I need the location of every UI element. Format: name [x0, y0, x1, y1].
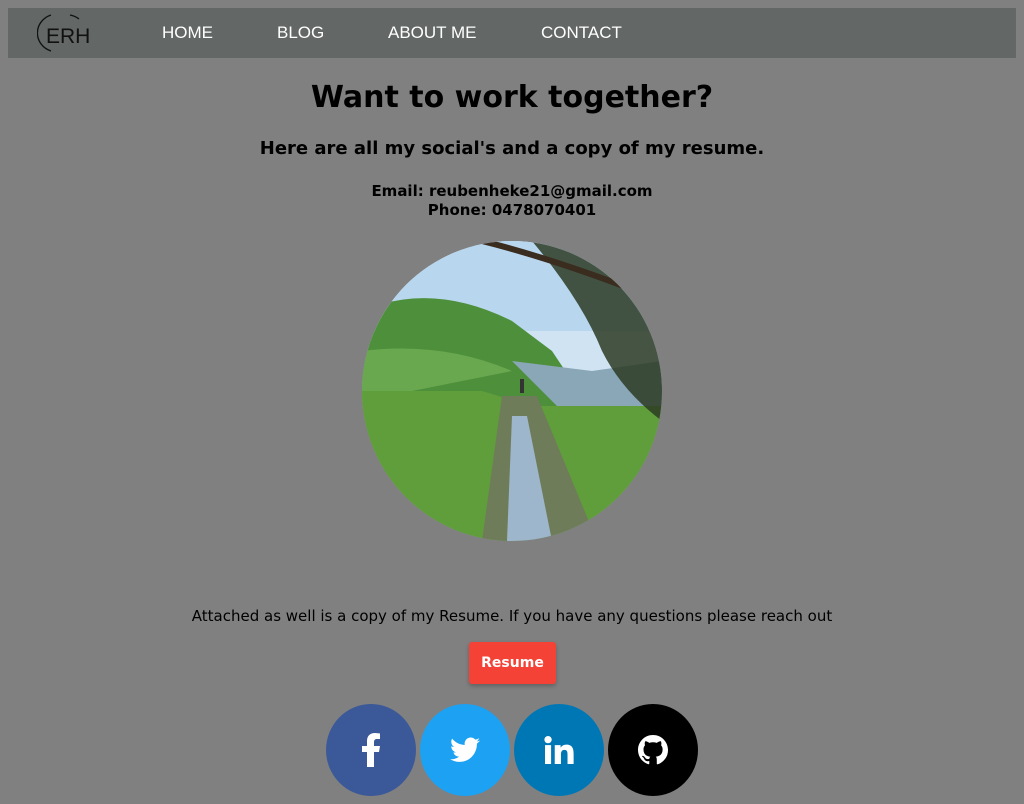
profile-photo [362, 241, 662, 541]
logo-text: ERH [46, 25, 90, 48]
phone-text: Phone: 0478070401 [427, 201, 597, 219]
linkedin-button[interactable] [514, 704, 604, 796]
nav-blog[interactable]: BLOG [277, 8, 324, 58]
github-button[interactable] [608, 704, 698, 796]
twitter-icon [450, 737, 480, 762]
nav-contact[interactable]: CONTACT [541, 8, 622, 58]
nav-home[interactable]: HOME [162, 8, 213, 58]
github-icon [638, 735, 668, 765]
linkedin-icon [544, 736, 574, 764]
facebook-button[interactable] [326, 704, 416, 796]
resume-button[interactable]: Resume [469, 642, 556, 684]
twitter-button[interactable] [420, 704, 510, 796]
logo[interactable]: ERH [37, 13, 91, 53]
email-text: Email: reubenheke21@gmail.com [371, 182, 653, 200]
resume-note: Attached as well is a copy of my Resume.… [191, 607, 833, 625]
navbar: ERH HOME BLOG ABOUT ME CONTACT [8, 8, 1016, 58]
page-title: Want to work together? [310, 80, 714, 115]
facebook-icon [362, 733, 380, 767]
nav-about-me[interactable]: ABOUT ME [388, 8, 476, 58]
page-subtitle: Here are all my social's and a copy of m… [259, 138, 765, 159]
